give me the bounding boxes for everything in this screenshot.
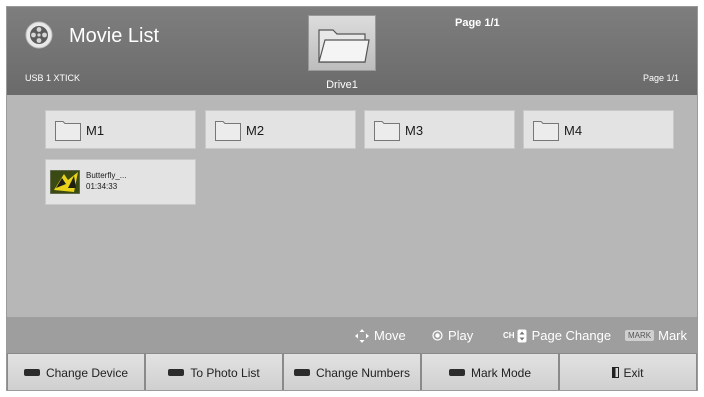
exit-label: Exit — [623, 365, 644, 380]
folder-icon — [55, 121, 81, 141]
change-numbers-button[interactable]: Change Numbers — [283, 353, 421, 390]
folder-name: M1 — [86, 123, 105, 138]
file-grid: M1 M2 M3 M4 Butterfly_... 01:34:33 — [7, 95, 697, 317]
folder-icon — [215, 121, 241, 141]
to-photo-list-label: To Photo List — [190, 365, 260, 380]
mark-mode-label: Mark Mode — [470, 365, 532, 380]
hint-move: Move — [355, 328, 406, 343]
color-key-icon — [293, 369, 310, 376]
change-numbers-label: Change Numbers — [315, 365, 411, 380]
folder-name: M4 — [564, 123, 583, 138]
folder-name: M3 — [405, 123, 424, 138]
to-photo-list-button[interactable]: To Photo List — [145, 353, 283, 390]
folder-icon — [533, 121, 559, 141]
hint-play: Play — [432, 328, 473, 343]
header: Movie List USB 1 XTICK Drive1 Page 1/1 P… — [7, 7, 697, 95]
key-hint-bar: Move Play CH Page Change MARK Mark — [7, 317, 697, 353]
movie-list-screen: Movie List USB 1 XTICK Drive1 Page 1/1 P… — [6, 6, 698, 391]
exit-icon — [612, 367, 620, 378]
ch-key-label: CH — [503, 331, 515, 340]
hint-page-change: CH Page Change — [503, 328, 611, 343]
video-item[interactable]: Butterfly_... 01:34:33 — [45, 159, 196, 205]
hint-play-label: Play — [448, 328, 474, 343]
drive-selector[interactable] — [308, 15, 376, 71]
change-device-button[interactable]: Change Device — [7, 353, 145, 390]
page-title: Movie List — [69, 25, 160, 47]
hint-mark-label: Mark — [658, 328, 688, 343]
hint-mark: MARK Mark — [625, 328, 687, 343]
exit-button[interactable]: Exit — [559, 353, 697, 390]
folder-item-m3[interactable]: M3 — [364, 110, 515, 149]
folder-item-m4[interactable]: M4 — [523, 110, 674, 149]
video-name: Butterfly_... — [86, 171, 127, 180]
drive-label: Drive1 — [326, 79, 358, 91]
folder-name: M2 — [246, 123, 265, 138]
hint-move-label: Move — [374, 328, 406, 343]
page-indicator: Page 1/1 — [642, 73, 679, 83]
folder-icon — [318, 29, 370, 63]
color-key-icon — [23, 369, 40, 376]
folder-item-m1[interactable]: M1 — [45, 110, 196, 149]
page-indicator-top: Page 1/1 — [455, 17, 500, 29]
video-thumbnail — [50, 170, 80, 194]
movie-reel-icon — [25, 21, 53, 49]
hint-page-change-label: Page Change — [531, 328, 612, 343]
change-device-label: Change Device — [45, 365, 129, 380]
color-key-icon — [448, 369, 465, 376]
color-key-icon — [168, 369, 185, 376]
video-duration: 01:34:33 — [86, 182, 118, 191]
mark-key-badge: MARK — [625, 330, 655, 341]
move-arrows-icon — [355, 328, 369, 343]
mark-mode-button[interactable]: Mark Mode — [421, 353, 559, 390]
device-label: USB 1 XTICK — [25, 73, 81, 83]
function-button-bar: Change Device To Photo List Change Numbe… — [7, 353, 697, 390]
ch-up-down-icon — [517, 329, 527, 342]
ok-button-icon — [432, 330, 443, 341]
folder-icon — [374, 121, 400, 141]
folder-item-m2[interactable]: M2 — [205, 110, 356, 149]
